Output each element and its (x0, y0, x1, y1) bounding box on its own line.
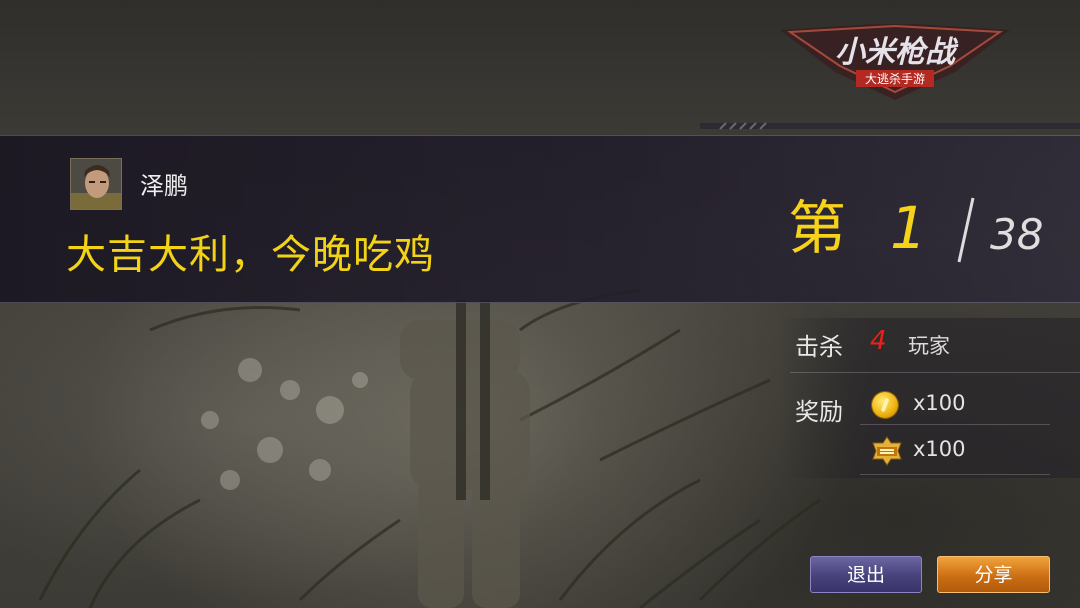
share-button[interactable]: 分享 (937, 556, 1050, 593)
player-avatar (70, 158, 122, 210)
coin-reward-amount: x100 (913, 391, 966, 415)
logo-subtitle: 大逃杀手游 (865, 71, 925, 86)
soldier-avatar-icon (71, 159, 121, 209)
rank-divider-slash (957, 197, 975, 263)
reward-divider (860, 424, 1050, 425)
stats-divider (790, 372, 1080, 373)
exit-button[interactable]: 退出 (810, 556, 922, 593)
player-name: 泽鹏 (140, 172, 188, 200)
logo-title: 小米枪战 (835, 35, 959, 69)
banner-top-strip (700, 122, 1080, 130)
reward-label: 奖励 (795, 398, 843, 426)
total-players: 38 (990, 210, 1044, 259)
kill-unit-label: 玩家 (908, 334, 950, 358)
game-logo: 小米枪战 大逃杀手游 (780, 22, 1010, 104)
kill-count: 4 (870, 326, 887, 356)
gold-coin-icon (872, 392, 898, 418)
rank-prefix: 第 (788, 194, 847, 262)
xp-reward-amount: x100 (913, 437, 966, 461)
kill-label: 击杀 (795, 333, 843, 361)
rank-number: 1 (890, 194, 927, 262)
experience-badge-icon (872, 436, 902, 466)
victory-headline: 大吉大利，今晚吃鸡 (66, 232, 435, 278)
reward-divider-bottom (860, 474, 1050, 475)
